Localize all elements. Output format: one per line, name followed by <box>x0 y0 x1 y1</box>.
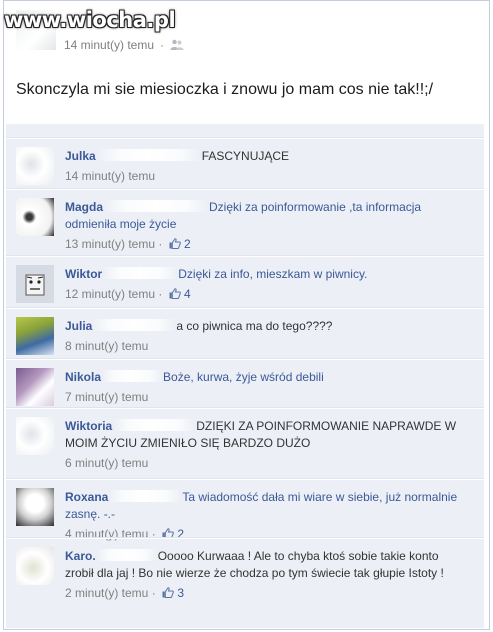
comment-row: Karo. Ooooo Kurwaaa ! Ale to chyba ktoś s… <box>6 537 484 626</box>
comment-row: Nikola Boże, kurwa, żyje wśród debili 7 mi… <box>6 358 484 407</box>
commenter-name[interactable]: Julia <box>65 319 92 333</box>
comment-meta: 13 minut(y) temu · 2 <box>65 237 191 251</box>
people-icon[interactable] <box>170 39 184 51</box>
post-time[interactable]: 14 minut(y) temu <box>64 38 154 52</box>
comment-body: Wiktoria DZIĘKI ZA POINFORMOWANIE NAPRAWD… <box>65 418 465 472</box>
redacted-surname <box>102 370 163 382</box>
like-count[interactable]: 4 <box>181 287 191 301</box>
comment-text: Dzięki za info, mieszkam w piwnicy. <box>178 267 368 281</box>
watermark: www.wiocha.pl <box>4 8 176 32</box>
comment-body: Roxana Ta wiadomość dała mi wiare w siebi… <box>65 489 465 543</box>
comment-time[interactable]: 13 minut(y) temu <box>65 237 155 251</box>
like-count[interactable]: 3 <box>174 586 184 600</box>
commenter-avatar[interactable] <box>16 265 54 303</box>
comment-meta: 6 minut(y) temu <box>65 455 465 472</box>
thumbs-up-icon[interactable] <box>169 288 181 299</box>
comment-row: Julka FASCYNUJĄCE 14 minut(y) temu <box>6 137 484 188</box>
commenter-name[interactable]: Wiktor <box>65 267 102 281</box>
comment-time[interactable]: 8 minut(y) temu <box>65 339 148 353</box>
thumbs-up-icon[interactable] <box>162 587 174 598</box>
commenter-avatar[interactable] <box>16 198 54 236</box>
comments-list: Julka FASCYNUJĄCE 14 minut(y) temu Magda Dzi… <box>6 124 484 628</box>
comment-row: Wiktor Dzięki za info, mieszkam w piwnicy… <box>6 255 484 307</box>
comment-time[interactable]: 7 minut(y) temu <box>65 390 148 404</box>
commenter-avatar[interactable] <box>16 147 54 185</box>
post-text: Skonczyla mi sie miesioczka i znowu jo m… <box>16 81 434 98</box>
commenter-name[interactable]: Wiktoria <box>65 419 112 433</box>
comment-body: Karo. Ooooo Kurwaaa ! Ale to chyba ktoś s… <box>65 548 465 602</box>
comment-meta: 2 minut(y) temu · 3 <box>65 586 185 600</box>
redacted-surname <box>109 490 182 502</box>
comment-row: Magda Dzięki za poinformowanie ,ta inform… <box>6 188 484 255</box>
comment-row: Julia a co piwnica ma do tego???? 8 minut(… <box>6 307 484 358</box>
comment-time[interactable]: 12 minut(y) temu <box>65 287 155 301</box>
commenter-name[interactable]: Karo. <box>65 549 96 563</box>
post-meta: 14 minut(y) temu · <box>64 38 184 52</box>
comment-text: a co piwnica ma do tego???? <box>176 319 333 333</box>
like-count[interactable]: 2 <box>181 237 191 251</box>
commenter-name[interactable]: Julka <box>65 149 96 163</box>
like-button[interactable]: 3 <box>159 586 184 600</box>
commenter-name[interactable]: Magda <box>65 200 103 214</box>
comment-meta: 8 minut(y) temu <box>65 338 465 355</box>
redacted-surname <box>104 200 209 212</box>
comment-body: Julia a co piwnica ma do tego???? 8 minut(… <box>65 318 465 355</box>
comment-meta: 7 minut(y) temu <box>65 389 465 406</box>
commenter-name[interactable]: Roxana <box>65 490 108 504</box>
comment-text: FASCYNUJĄCE <box>201 149 290 163</box>
comment-body: Nikola Boże, kurwa, żyje wśród debili 7 mi… <box>65 369 465 406</box>
like-button[interactable]: 2 <box>166 237 191 251</box>
comment-meta: 14 minut(y) temu <box>65 168 465 185</box>
like-button[interactable]: 4 <box>166 287 191 301</box>
commenter-avatar[interactable] <box>16 417 54 455</box>
commenter-avatar[interactable] <box>16 547 54 585</box>
comment-row: Roxana Ta wiadomość dała mi wiare w siebi… <box>6 478 484 541</box>
comment-time[interactable]: 6 minut(y) temu <box>65 456 148 470</box>
redacted-surname <box>96 549 157 561</box>
comment-body: Wiktor Dzięki za info, mieszkam w piwnicy… <box>65 266 465 303</box>
comment-time[interactable]: 2 minut(y) temu <box>65 586 148 600</box>
commenter-avatar[interactable] <box>16 368 54 406</box>
commenter-avatar[interactable] <box>16 317 54 355</box>
comment-meta: 12 minut(y) temu · 4 <box>65 287 191 301</box>
thumbs-up-icon[interactable] <box>169 238 181 249</box>
commenter-avatar[interactable] <box>16 488 54 526</box>
redacted-surname <box>103 267 178 279</box>
comment-row: Wiktoria DZIĘKI ZA POINFORMOWANIE NAPRAWD… <box>6 407 484 478</box>
redacted-surname <box>93 319 176 331</box>
redacted-surname <box>96 149 201 161</box>
comment-body: Magda Dzięki za poinformowanie ,ta inform… <box>65 199 465 253</box>
comment-body: Julka FASCYNUJĄCE 14 minut(y) temu <box>65 148 465 185</box>
commenter-name[interactable]: Nikola <box>65 370 101 384</box>
comment-text: Boże, kurwa, żyje wśród debili <box>163 370 324 384</box>
redacted-surname <box>113 419 196 431</box>
comment-time[interactable]: 14 minut(y) temu <box>65 169 155 183</box>
